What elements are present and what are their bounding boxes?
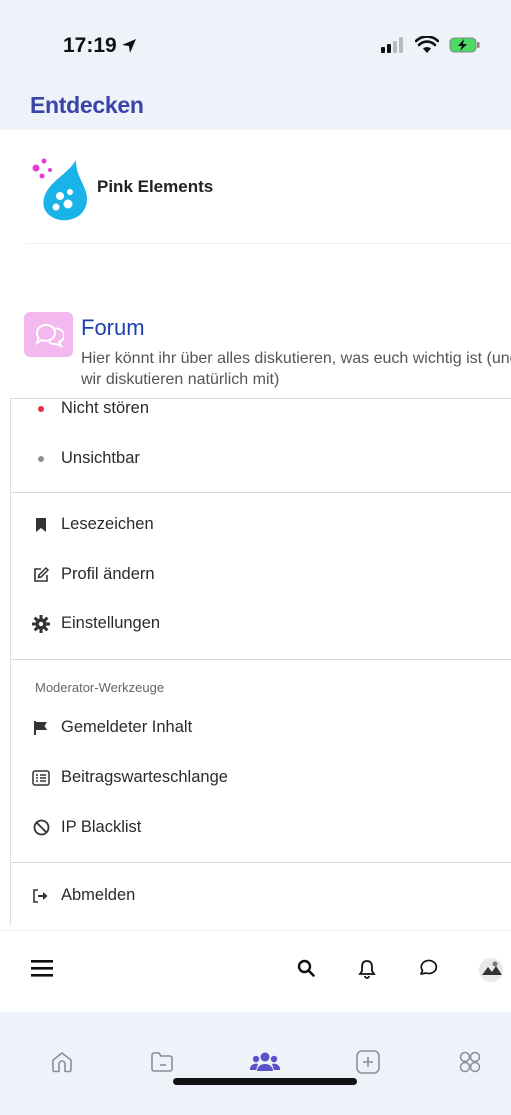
menu-item-ip-blacklist[interactable]: IP Blacklist xyxy=(31,818,141,837)
menu-item-logout[interactable]: Abmelden xyxy=(31,886,135,905)
signal-icon xyxy=(381,37,403,53)
menu-item-label: Profil ändern xyxy=(61,565,155,583)
divider xyxy=(11,659,511,660)
status-time: 17:19 xyxy=(63,34,137,58)
menu-item-post-queue[interactable]: Beitragswarteschlange xyxy=(31,768,228,787)
forum-icon xyxy=(24,312,73,357)
status-icons xyxy=(381,36,481,54)
user-menu: Nicht stören Unsichtbar Lesezeichen Prof… xyxy=(10,398,511,925)
list-icon xyxy=(32,769,50,786)
bookmark-icon xyxy=(36,517,46,532)
users-icon xyxy=(250,1052,280,1071)
red-dot-icon xyxy=(38,405,44,412)
site-name: Pink Elements xyxy=(97,177,214,196)
menu-item-label: Beitragswarteschlange xyxy=(61,768,228,786)
tab-community[interactable] xyxy=(245,1042,285,1082)
status-time-text: 17:19 xyxy=(63,34,117,57)
home-indicator xyxy=(173,1078,357,1085)
menu-item-label: Abmelden xyxy=(61,886,136,904)
location-arrow-icon xyxy=(121,39,136,53)
bell-icon xyxy=(358,960,376,979)
divider xyxy=(11,862,511,863)
gear-icon xyxy=(32,614,50,633)
menu-item-label: Einstellungen xyxy=(61,614,161,632)
messages-button[interactable] xyxy=(418,959,438,977)
chat-bubbles-icon xyxy=(34,323,64,348)
moderator-tools-label: Moderator-Werkzeuge xyxy=(35,680,165,695)
tab-create[interactable] xyxy=(348,1042,388,1082)
folder-icon xyxy=(151,1052,173,1072)
status-bar: 17:19 xyxy=(0,0,511,80)
flag-icon xyxy=(34,720,47,735)
notifications-button[interactable] xyxy=(358,959,376,979)
menu-item-bookmarks[interactable]: Lesezeichen xyxy=(31,515,154,534)
wifi-icon xyxy=(415,36,439,53)
menu-item-label: Gemeldeter Inhalt xyxy=(61,718,193,736)
bottom-toolbar xyxy=(0,930,511,1012)
menu-item-edit-profile[interactable]: Profil ändern xyxy=(31,565,155,584)
menu-item-label: IP Blacklist xyxy=(61,818,142,836)
site-logo xyxy=(32,158,88,221)
menu-item-label: Nicht stören xyxy=(61,399,150,417)
tab-home[interactable] xyxy=(42,1042,82,1082)
tab-bar xyxy=(0,1012,511,1115)
avatar xyxy=(479,958,503,982)
tab-more[interactable] xyxy=(450,1042,490,1082)
grid-icon xyxy=(459,1051,481,1073)
ban-icon xyxy=(33,819,49,836)
menu-item-label: Lesezeichen xyxy=(61,515,154,533)
forum-header[interactable]: Forum Hier könnt ihr über alles diskutie… xyxy=(24,310,511,400)
menu-item-invisible[interactable]: Unsichtbar xyxy=(31,449,140,468)
site-row[interactable]: Pink Elements xyxy=(26,152,511,244)
avatar-button[interactable] xyxy=(478,957,504,983)
menu-item-label: Unsichtbar xyxy=(61,449,140,467)
page-title: Entdecken xyxy=(30,92,144,118)
search-button[interactable] xyxy=(297,959,315,977)
grey-dot-icon xyxy=(38,455,44,462)
forum-title: Forum xyxy=(81,315,145,340)
chat-icon xyxy=(420,959,438,975)
divider xyxy=(11,492,511,493)
home-icon xyxy=(52,1052,72,1073)
hamburger-menu-button[interactable] xyxy=(31,959,53,977)
tab-folder[interactable] xyxy=(142,1042,182,1082)
menu-item-do-not-disturb[interactable]: Nicht stören xyxy=(31,399,149,418)
menu-item-settings[interactable]: Einstellungen xyxy=(31,614,160,633)
plus-icon xyxy=(356,1050,380,1074)
edit-icon xyxy=(34,566,50,582)
forum-description: Hier könnt ihr über alles diskutieren, w… xyxy=(81,350,511,388)
search-icon xyxy=(297,959,315,977)
title-bar: Entdecken xyxy=(0,80,511,130)
menu-item-reported-content[interactable]: Gemeldeter Inhalt xyxy=(31,718,192,737)
menu-icon xyxy=(31,960,53,977)
logout-icon xyxy=(33,888,48,903)
battery-charging-icon xyxy=(449,37,480,53)
